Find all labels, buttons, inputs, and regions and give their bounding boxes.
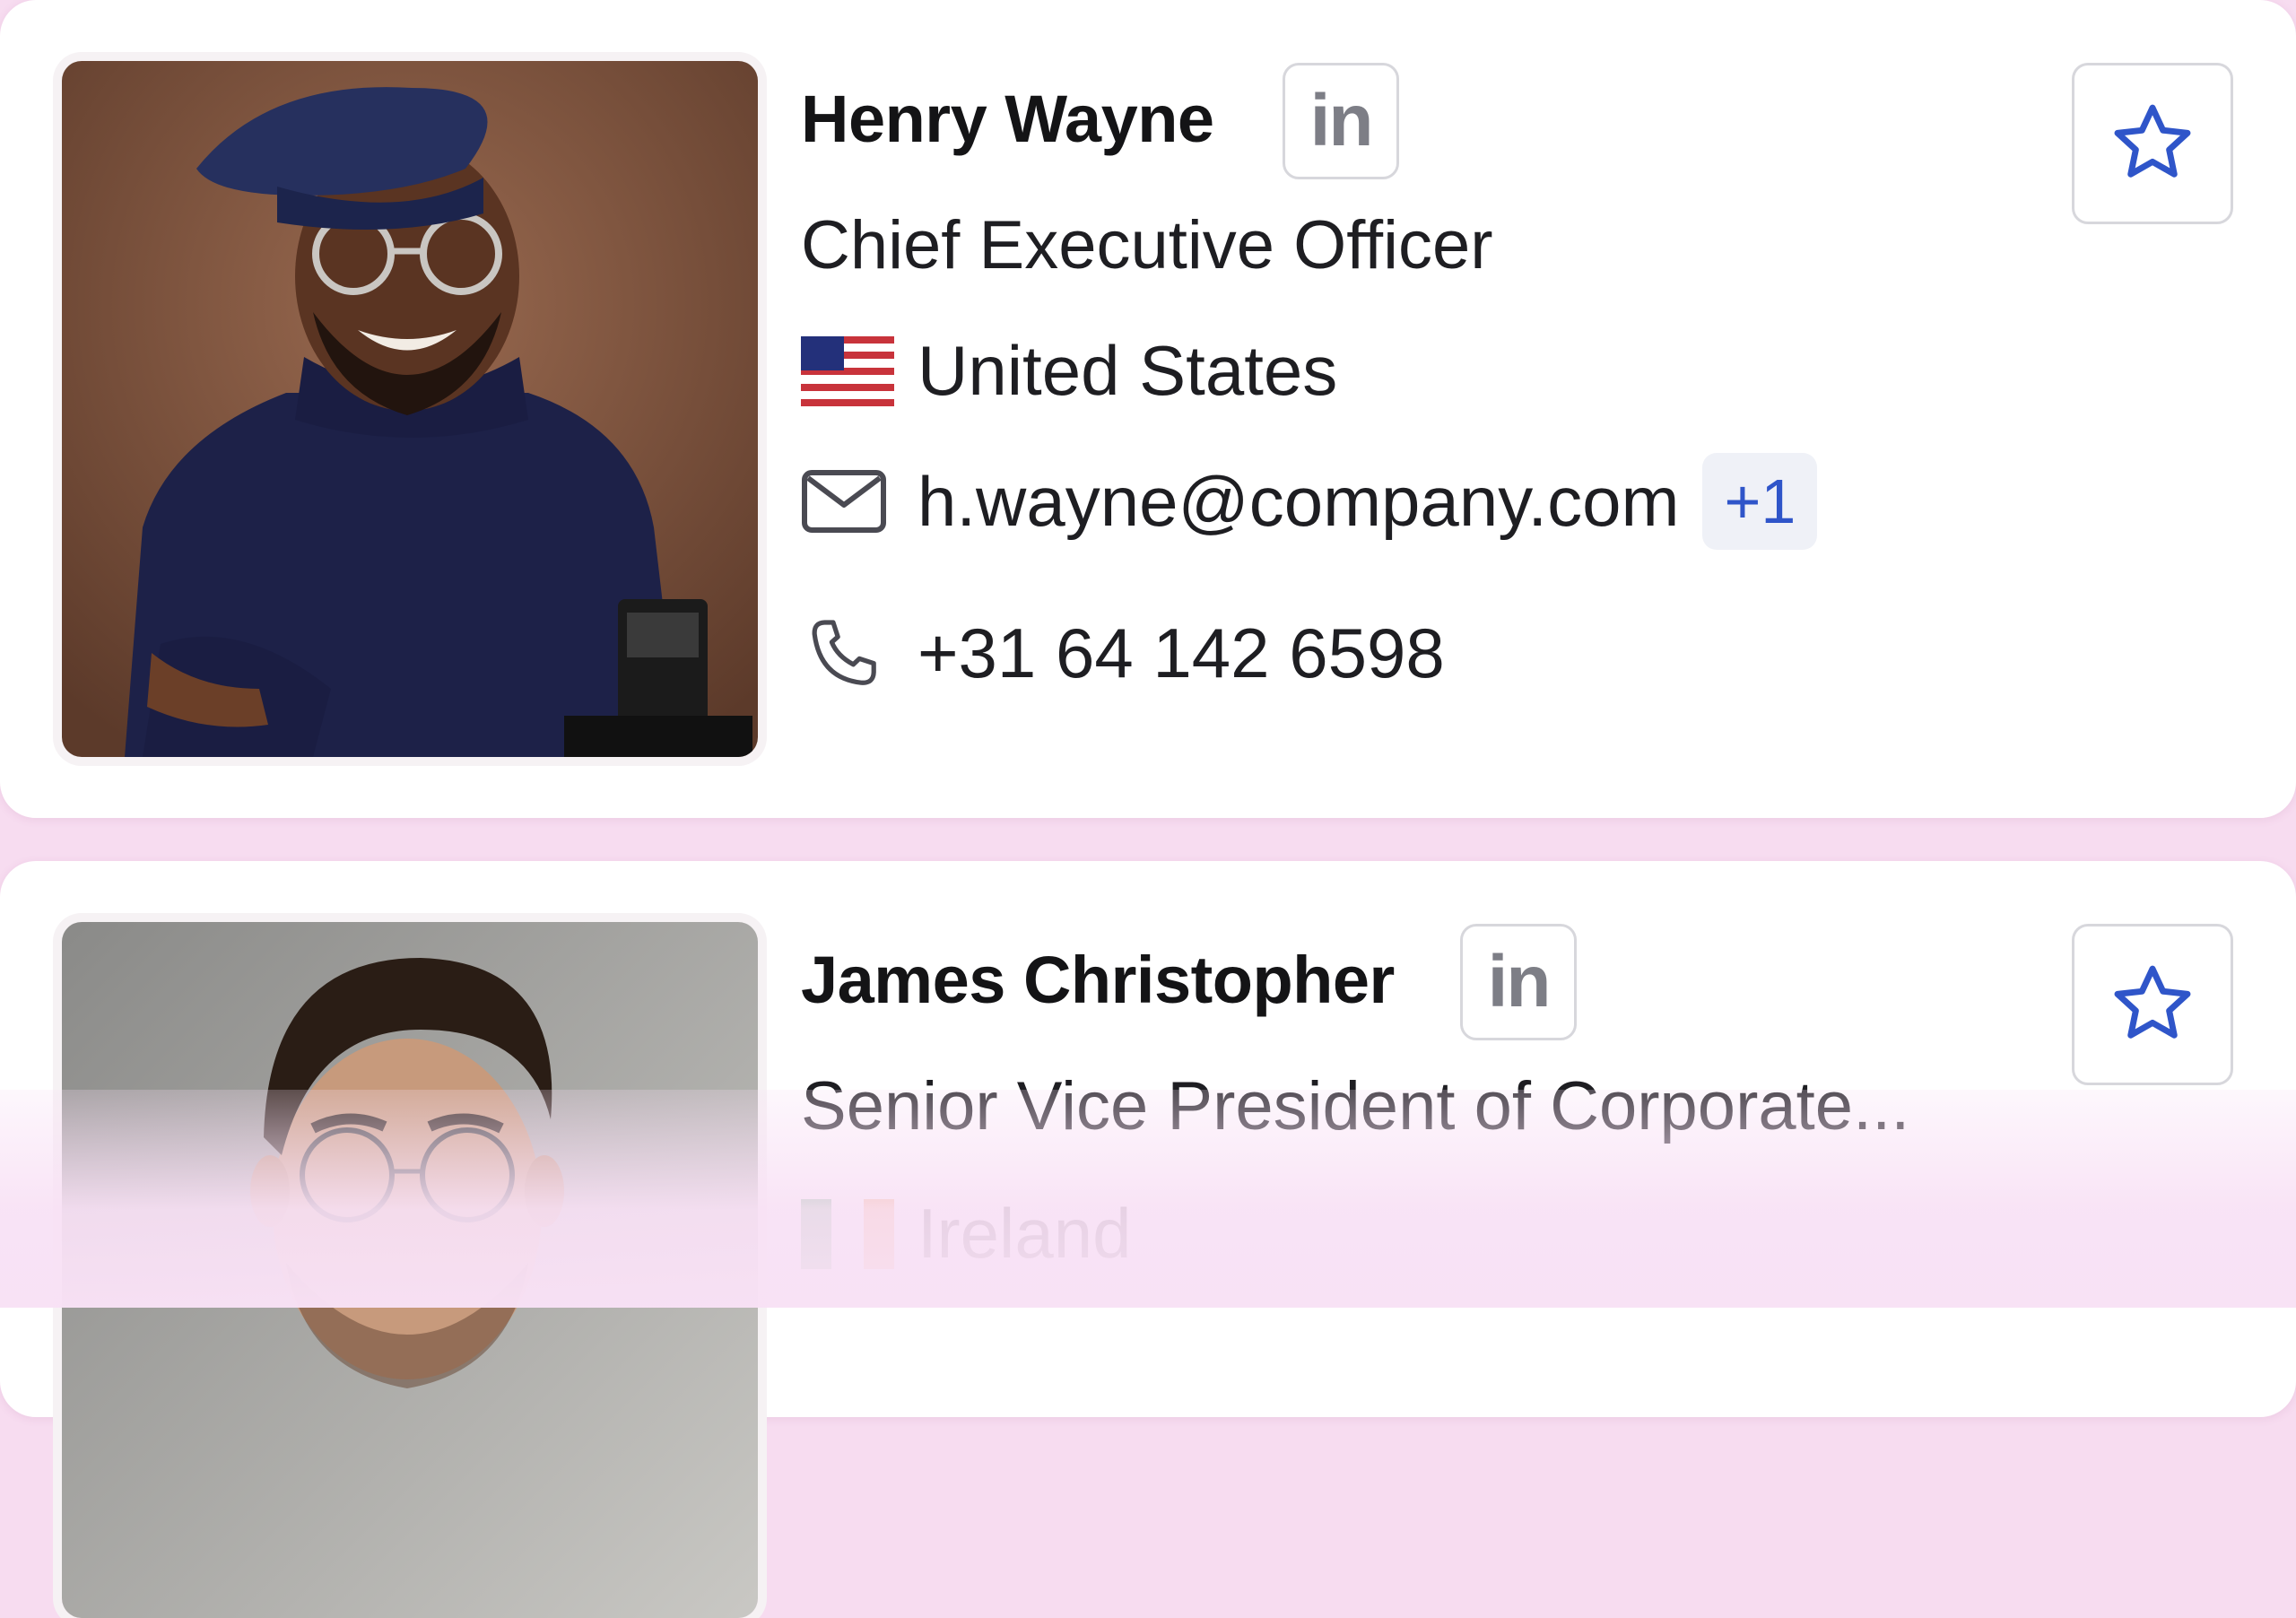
country-row: Ireland bbox=[801, 1193, 1132, 1274]
contact-name: Henry Wayne bbox=[801, 82, 1214, 156]
linkedin-icon: in bbox=[1487, 941, 1552, 1022]
country-name: Ireland bbox=[918, 1194, 1132, 1273]
phone-number[interactable]: +31 64 142 6598 bbox=[918, 613, 1445, 694]
flag-ireland-icon bbox=[801, 1198, 894, 1269]
mail-icon bbox=[802, 470, 886, 533]
country-row: United States bbox=[801, 330, 1337, 412]
linkedin-icon: in bbox=[1309, 80, 1374, 161]
contact-name: James Christopher bbox=[801, 943, 1395, 1017]
favorite-button[interactable] bbox=[2072, 924, 2233, 1085]
more-emails-badge[interactable]: +1 bbox=[1702, 453, 1818, 550]
email-link[interactable]: h.wayne@company.com bbox=[918, 461, 1679, 543]
phone-row: +31 64 142 6598 bbox=[801, 610, 1445, 696]
email-row: h.wayne@company.com +1 bbox=[801, 453, 1818, 550]
job-title: Chief Executive Officer bbox=[801, 207, 1493, 283]
linkedin-button[interactable]: in bbox=[1283, 63, 1399, 179]
linkedin-button[interactable]: in bbox=[1460, 924, 1577, 1040]
phone-icon bbox=[812, 620, 876, 685]
star-icon bbox=[2114, 965, 2191, 1039]
contact-card[interactable]: Henry Wayne in Chief Executive Officer U… bbox=[0, 0, 2296, 818]
avatar bbox=[62, 922, 758, 1618]
flag-us-icon bbox=[801, 335, 894, 406]
avatar bbox=[62, 61, 758, 757]
contact-card[interactable]: James Christopher in Senior Vice Preside… bbox=[0, 861, 2296, 1618]
favorite-button[interactable] bbox=[2072, 63, 2233, 224]
job-title: Senior Vice President of Corporate... bbox=[801, 1068, 1910, 1144]
star-icon bbox=[2114, 104, 2191, 178]
country-name: United States bbox=[918, 331, 1338, 410]
